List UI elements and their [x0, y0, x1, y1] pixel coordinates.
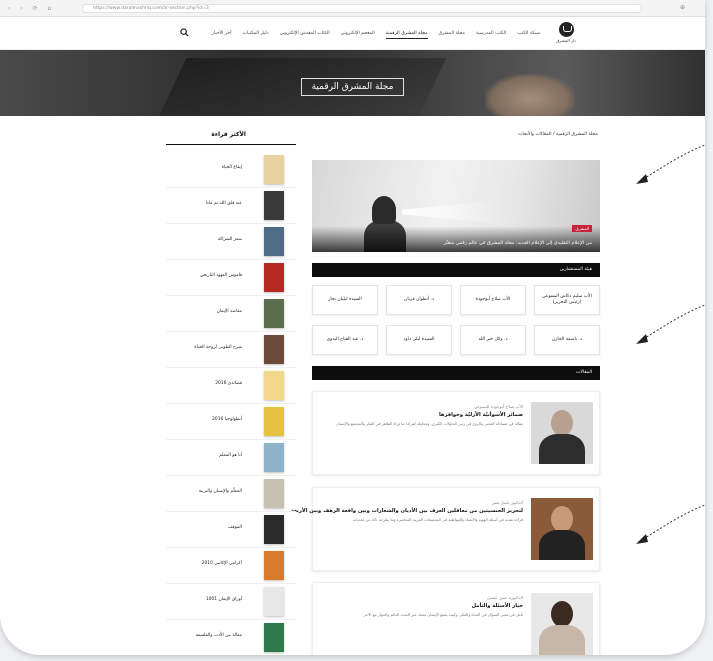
book-cover[interactable]: [264, 623, 284, 652]
most-read-item[interactable]: أنطولوجيا 2016: [166, 404, 296, 440]
most-read-item[interactable]: المعلّم والإنسان والتربية: [166, 476, 296, 512]
nav-item[interactable]: الكتاب المقدس الإلكتروني: [280, 31, 330, 39]
site-header: دار المشرق شبكة الكتب الكتب المدرسية مجلة …: [0, 17, 705, 50]
site-logo[interactable]: دار المشرق: [555, 22, 577, 43]
book-title[interactable]: الموقف: [228, 525, 242, 530]
board-grid: الأب سليم دكاش اليسوعي (رئيس التحرير) الأ…: [312, 285, 600, 355]
most-read-item[interactable]: عند قلق الله ثم ماذا: [166, 188, 296, 224]
browser-toolbar: ‹ › ⟳ ⌂ https://www.daralmashriq.com/ar-…: [0, 0, 705, 17]
book-cover[interactable]: [264, 227, 284, 256]
most-read-item[interactable]: مقالة بين الأدب والفلسفة: [166, 620, 296, 655]
book-cover[interactable]: [264, 371, 284, 400]
nav-item[interactable]: شبكة الكتب: [517, 31, 540, 39]
board-member-card[interactable]: د. أنطوان قربان: [386, 285, 452, 315]
main-menu: شبكة الكتب الكتب المدرسية مجلة المشرق مجلة …: [212, 31, 540, 39]
address-bar[interactable]: https://www.daralmashriq.com/ar-section.…: [82, 4, 642, 13]
book-title[interactable]: عند قلق الله ثم ماذا: [206, 201, 242, 206]
book-cover[interactable]: [264, 299, 284, 328]
article-title[interactable]: لتحرير الجنسيتين من معاقلين العرف بين ال…: [291, 508, 523, 514]
most-read-item[interactable]: اكرامي الإكاتبي 2010: [166, 548, 296, 584]
most-read-item[interactable]: أوراق الإيمان 1001: [166, 584, 296, 620]
book-cover[interactable]: [264, 479, 284, 508]
page-title: مجلة المشرق الرقمية: [300, 78, 405, 96]
book-title[interactable]: أنطولوجيا 2016: [212, 417, 242, 422]
article-excerpt: تأمل في معنى السؤال في الحياة والفكر، وك…: [363, 612, 523, 617]
book-title[interactable]: أنا هو المعلم: [219, 453, 242, 458]
most-read-item[interactable]: سعر الشراكة: [166, 224, 296, 260]
most-read-item[interactable]: قصائدي 2016: [166, 368, 296, 404]
most-read-item[interactable]: الموقف: [166, 512, 296, 548]
article-card[interactable]: الأب صلاح أبوجودة اليسوعي ضمائر الأسوأني…: [312, 391, 600, 475]
article-author[interactable]: الدكتورة حنين عيسى: [487, 595, 523, 600]
book-cover[interactable]: [264, 407, 284, 436]
author-photo: [531, 402, 593, 464]
pointer-arrow-icon: [636, 504, 705, 544]
article-excerpt: قراءة نقدية في أسئلة الهوية والانتماء وا…: [352, 517, 523, 522]
most-read-item[interactable]: قاموس العهود التاريخي: [166, 260, 296, 296]
book-cover[interactable]: [264, 263, 284, 292]
board-member-card[interactable]: السيدة ليلى داود: [386, 325, 452, 355]
article-title[interactable]: خيار الأسئلة والتأمل: [472, 603, 523, 609]
book-cover[interactable]: [264, 587, 284, 616]
nav-item[interactable]: دليل المكتبات: [243, 31, 269, 39]
nav-item[interactable]: آخر الأخبار: [212, 31, 232, 39]
featured-article[interactable]: المشرق من الإعلام التقليدي إلى الإعلام ا…: [312, 160, 600, 252]
board-member-card[interactable]: السيدة ليليان نجار: [312, 285, 378, 315]
book-title[interactable]: قاموس العهود التاريخي: [200, 273, 242, 278]
author-photo: [531, 593, 593, 655]
book-title[interactable]: مقالة بين الأدب والفلسفة: [196, 633, 242, 638]
logo-text: دار المشرق: [556, 38, 576, 43]
book-cover[interactable]: [264, 155, 284, 184]
page-content: مجلة المشرق الرقمية / المقالات والأبحاث …: [0, 116, 705, 655]
browser-window: ‹ › ⟳ ⌂ https://www.daralmashriq.com/ar-…: [0, 0, 705, 655]
most-read-item[interactable]: مقاصد الإيمان: [166, 296, 296, 332]
most-read-heading: الأكثر قراءة: [166, 131, 296, 145]
book-cover[interactable]: [264, 443, 284, 472]
most-read-list: إيقاع الحياة عند قلق الله ثم ماذا سعر الشر…: [166, 152, 296, 655]
search-icon[interactable]: [180, 28, 189, 37]
book-title[interactable]: قصائدي 2016: [215, 381, 242, 386]
article-author[interactable]: الدكتور باسل نصر: [492, 500, 523, 505]
hero-banner: مجلة المشرق الرقمية: [0, 50, 705, 116]
board-member-card[interactable]: د. عبد الفتاح البدوي: [312, 325, 378, 355]
nav-item[interactable]: مجلة المشرق الرقمية: [385, 31, 428, 39]
article-author[interactable]: الأب صلاح أبوجودة اليسوعي: [474, 404, 523, 409]
board-member-card[interactable]: د. باسمة الخازن: [534, 325, 600, 355]
feature-badge: المشرق: [572, 225, 592, 232]
book-title[interactable]: سعر الشراكة: [218, 237, 242, 242]
book-title[interactable]: مقاصد الإيمان: [217, 309, 242, 314]
book-title[interactable]: شرح الطوبى لروحة الحياة: [194, 345, 242, 350]
feature-caption[interactable]: من الإعلام التقليدي إلى الإعلام الجديد: …: [444, 241, 592, 246]
author-photo: [531, 498, 593, 560]
board-member-card[interactable]: الأب صلاح أبوجودة: [460, 285, 526, 315]
book-title[interactable]: المعلّم والإنسان والتربية: [199, 489, 242, 494]
article-excerpt: مقالة في مساءلة المعنى والروح في زمن الت…: [336, 421, 523, 426]
book-cover[interactable]: [264, 515, 284, 544]
nav-item[interactable]: المعجم الإلكتروني: [341, 31, 375, 39]
nav-item[interactable]: الكتب المدرسية: [476, 31, 506, 39]
browser-nav-buttons[interactable]: ‹ › ⟳ ⌂: [8, 5, 55, 12]
article-title[interactable]: ضمائر الأسوأنيّة الأزليّة وحوافزها: [439, 412, 523, 418]
book-cover[interactable]: [264, 191, 284, 220]
book-cover[interactable]: [264, 551, 284, 580]
article-card[interactable]: الدكتورة حنين عيسى خيار الأسئلة والتأمل …: [312, 582, 600, 655]
most-read-item[interactable]: شرح الطوبى لروحة الحياة: [166, 332, 296, 368]
book-title[interactable]: أوراق الإيمان 1001: [206, 597, 242, 602]
breadcrumb[interactable]: مجلة المشرق الرقمية / المقالات والأبحاث: [518, 132, 598, 137]
logo-icon: [558, 22, 574, 37]
book-cover[interactable]: [264, 335, 284, 364]
board-member-card[interactable]: الأب سليم دكاش اليسوعي (رئيس التحرير): [534, 285, 600, 315]
book-title[interactable]: إيقاع الحياة: [222, 165, 242, 170]
article-card[interactable]: الدكتور باسل نصر لتحرير الجنسيتين من معا…: [291, 487, 600, 571]
book-title[interactable]: اكرامي الإكاتبي 2010: [202, 561, 242, 566]
nav-item[interactable]: مجلة المشرق: [439, 31, 465, 39]
pointer-arrow-icon: [636, 304, 705, 344]
pointer-arrow-icon: [636, 144, 705, 184]
board-heading: هيئة المستشارين: [312, 263, 600, 277]
extension-icon[interactable]: ⊕: [680, 4, 685, 11]
most-read-item[interactable]: أنا هو المعلم: [166, 440, 296, 476]
most-read-item[interactable]: إيقاع الحياة: [166, 152, 296, 188]
articles-heading: المقالات: [312, 366, 600, 380]
board-member-card[interactable]: د. وائل خير الله: [460, 325, 526, 355]
